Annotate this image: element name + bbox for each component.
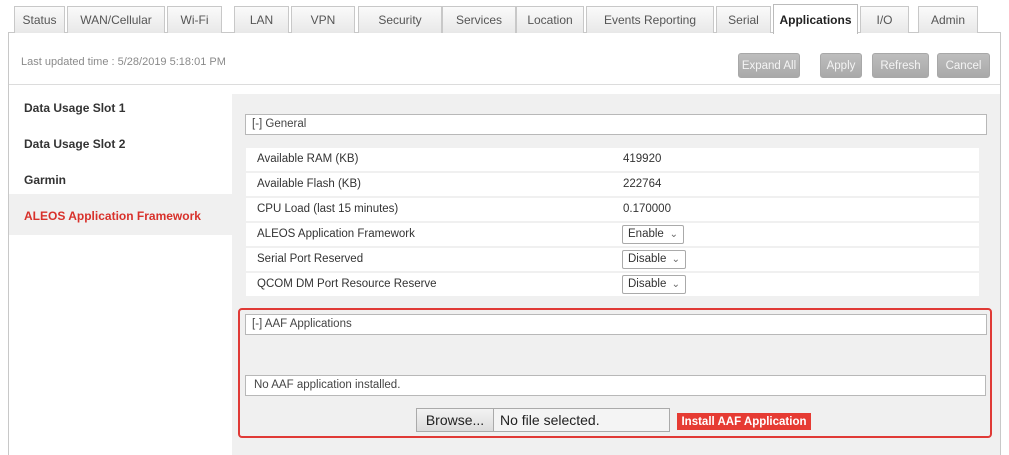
- cancel-button[interactable]: Cancel: [937, 53, 990, 78]
- header-divider: [9, 84, 1000, 85]
- row-label: Available Flash (KB): [257, 178, 361, 190]
- browse-button[interactable]: Browse...: [417, 409, 494, 431]
- tab-io[interactable]: I/O: [860, 6, 909, 33]
- chevron-down-icon: ⌄: [669, 229, 678, 240]
- tab-serial[interactable]: Serial: [716, 6, 771, 33]
- install-aaf-button[interactable]: Install AAF Application: [677, 413, 811, 430]
- aleos-framework-select[interactable]: Enable ⌄: [622, 225, 684, 244]
- row-cpu-load: CPU Load (last 15 minutes) 0.170000: [246, 198, 979, 221]
- aaf-section-header[interactable]: [-] AAF Applications: [245, 314, 987, 335]
- qcom-dm-port-select[interactable]: Disable ⌄: [622, 275, 686, 294]
- chevron-down-icon: ⌄: [671, 279, 680, 290]
- expand-all-button[interactable]: Expand All: [738, 53, 800, 78]
- file-status-text: No file selected.: [500, 412, 600, 428]
- tab-wifi[interactable]: Wi-Fi: [167, 6, 222, 33]
- chevron-down-icon: ⌄: [671, 254, 680, 265]
- no-app-message: No AAF application installed.: [245, 375, 986, 396]
- tab-status[interactable]: Status: [14, 6, 65, 33]
- general-section-header[interactable]: [-] General: [245, 114, 987, 135]
- apply-button[interactable]: Apply: [820, 53, 862, 78]
- row-label: QCOM DM Port Resource Reserve: [257, 278, 437, 290]
- last-updated-text: Last updated time : 5/28/2019 5:18:01 PM: [21, 56, 226, 68]
- tab-bar: Status WAN/Cellular Wi-Fi LAN VPN Securi…: [8, 0, 1001, 34]
- tab-lan[interactable]: LAN: [234, 6, 289, 33]
- tab-services[interactable]: Services: [442, 6, 516, 33]
- row-label: Available RAM (KB): [257, 153, 359, 165]
- serial-port-reserved-select[interactable]: Disable ⌄: [622, 250, 686, 269]
- tab-applications[interactable]: Applications: [773, 4, 858, 34]
- row-aleos-application-framework: ALEOS Application Framework Enable ⌄: [246, 223, 979, 246]
- row-available-ram: Available RAM (KB) 419920: [246, 148, 979, 171]
- row-label: CPU Load (last 15 minutes): [257, 203, 399, 215]
- tab-location[interactable]: Location: [516, 6, 584, 33]
- row-qcom-dm-port: QCOM DM Port Resource Reserve Disable ⌄: [246, 273, 979, 296]
- row-serial-port-reserved: Serial Port Reserved Disable ⌄: [246, 248, 979, 271]
- file-input[interactable]: Browse... No file selected.: [416, 408, 670, 432]
- select-value: Enable: [628, 228, 664, 240]
- select-value: Disable: [628, 278, 667, 290]
- sidebar-item-data-usage-slot-2[interactable]: Data Usage Slot 2: [24, 137, 125, 151]
- tab-vpn[interactable]: VPN: [291, 6, 355, 33]
- row-label: Serial Port Reserved: [257, 253, 364, 265]
- row-label: ALEOS Application Framework: [257, 228, 415, 240]
- sidebar-item-data-usage-slot-1[interactable]: Data Usage Slot 1: [24, 101, 125, 115]
- row-value: 0.170000: [623, 203, 671, 215]
- select-value: Disable: [628, 253, 667, 265]
- row-value: 222764: [623, 178, 662, 190]
- row-value: 419920: [623, 153, 662, 165]
- sidebar-item-garmin[interactable]: Garmin: [24, 173, 66, 187]
- tab-security[interactable]: Security: [358, 6, 442, 33]
- row-available-flash: Available Flash (KB) 222764: [246, 173, 979, 196]
- refresh-button[interactable]: Refresh: [872, 53, 929, 78]
- sidebar-item-aleos-application-framework[interactable]: ALEOS Application Framework: [24, 209, 201, 223]
- tab-admin[interactable]: Admin: [918, 6, 978, 33]
- tab-events-reporting[interactable]: Events Reporting: [586, 6, 714, 33]
- tab-wan-cellular[interactable]: WAN/Cellular: [67, 6, 165, 33]
